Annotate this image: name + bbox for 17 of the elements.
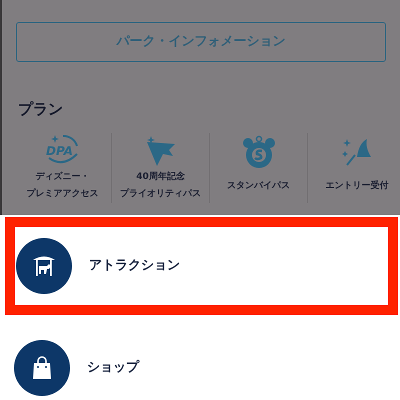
- plan-option[interactable]: 40周年記念 プライオリティパス: [112, 132, 210, 202]
- menu-item[interactable]: ショップ: [0, 317, 400, 400]
- plan-label: ディズニー・: [36, 170, 90, 184]
- menu-item[interactable]: アトラクション: [3, 215, 400, 317]
- plan-label: 40周年記念: [136, 170, 185, 184]
- section-heading: プラン: [18, 99, 64, 120]
- dpa-logo: DPA: [42, 134, 82, 168]
- carousel-horse-icon: [31, 254, 57, 278]
- plan-option[interactable]: DPA ディズニー・ プレミアアクセス: [14, 132, 112, 202]
- shopping-bag-icon: [32, 356, 52, 380]
- plan-option[interactable]: エントリー受付: [308, 132, 400, 202]
- plan-option[interactable]: スタンバイパス: [210, 132, 308, 202]
- plan-label: スタンバイパス: [227, 180, 290, 192]
- plan-label: プライオリティパス: [120, 187, 201, 200]
- stamp-icon: [242, 134, 276, 168]
- plan-label: プレミアアクセス: [26, 187, 98, 200]
- plan-label: エントリー受付: [326, 179, 388, 192]
